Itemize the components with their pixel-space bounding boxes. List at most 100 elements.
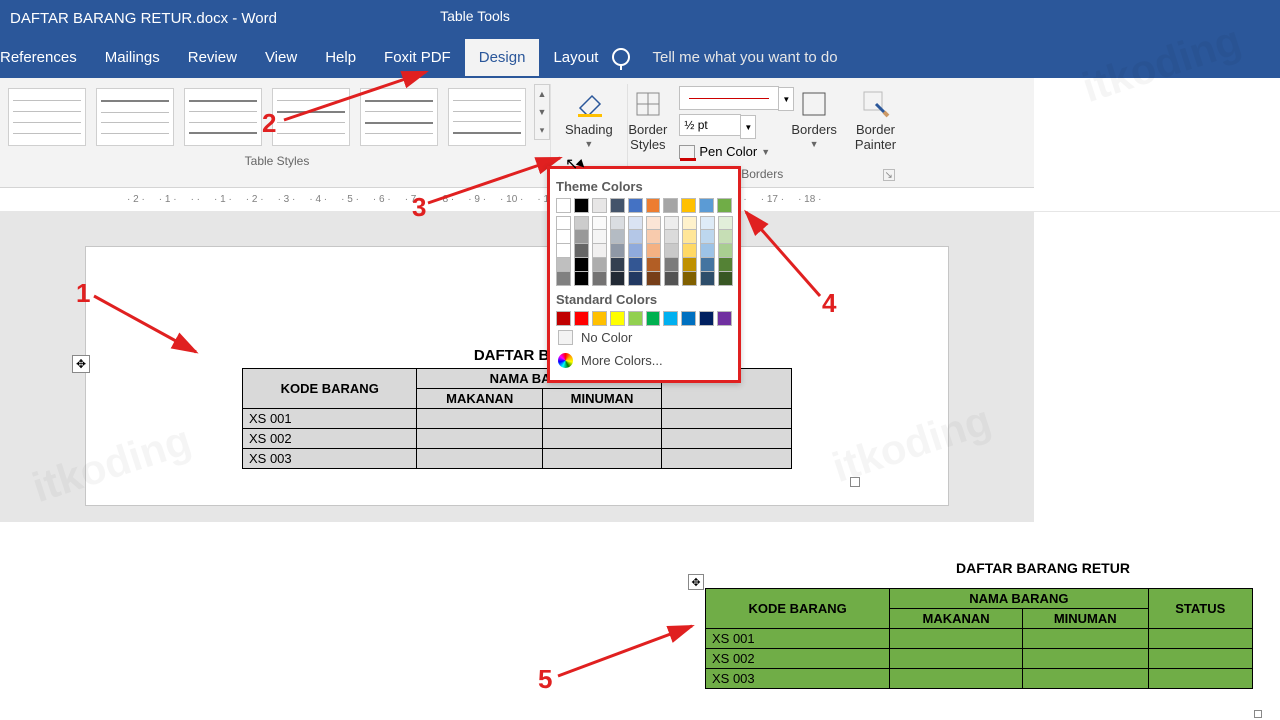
table-cell[interactable] [890,669,1023,689]
color-swatch[interactable] [700,216,715,230]
color-swatch[interactable] [574,258,589,272]
table-header-minuman[interactable]: MINUMAN [543,389,662,409]
more-colors-item[interactable]: More Colors... [556,349,732,372]
table-cell[interactable] [1022,629,1148,649]
color-swatch[interactable] [664,216,679,230]
color-swatch[interactable] [628,258,643,272]
table-style-option[interactable] [184,88,262,146]
chevron-down-icon[interactable]: ▼ [740,115,756,139]
table-style-option[interactable] [96,88,174,146]
border-painter-button[interactable]: Border Painter [849,84,902,156]
color-swatch[interactable] [718,244,733,258]
color-swatch[interactable] [610,258,625,272]
color-swatch[interactable] [682,216,697,230]
table-cell[interactable] [662,429,792,449]
table-style-option[interactable] [360,88,438,146]
color-swatch[interactable] [664,258,679,272]
table-cell[interactable] [417,409,543,429]
color-swatch[interactable] [592,272,607,286]
color-swatch[interactable] [592,230,607,244]
color-swatch[interactable] [700,244,715,258]
table-resize-handle[interactable] [850,477,860,487]
color-swatch[interactable] [664,272,679,286]
color-swatch[interactable] [682,272,697,286]
color-swatch[interactable] [574,216,589,230]
gallery-up-icon[interactable]: ▲ [535,85,549,103]
tab-references[interactable]: References [0,39,91,76]
color-swatch[interactable] [610,272,625,286]
chevron-down-icon[interactable]: ▼ [584,139,593,149]
color-swatch[interactable] [718,272,733,286]
tab-foxit-pdf[interactable]: Foxit PDF [370,39,465,76]
tell-me-search[interactable]: Tell me what you want to do [652,49,837,66]
tab-help[interactable]: Help [311,39,370,76]
color-swatch[interactable] [556,311,571,326]
color-swatch[interactable] [646,244,661,258]
table-move-handle-icon[interactable]: ✥ [688,574,704,590]
color-swatch[interactable] [646,198,661,213]
border-weight-select[interactable]: ½ pt▼ [679,114,741,136]
color-swatch[interactable] [699,311,714,326]
table-cell[interactable]: XS 002 [243,429,417,449]
color-swatch[interactable] [681,198,696,213]
color-swatch[interactable] [592,216,607,230]
table-header-kode[interactable]: KODE BARANG [243,369,417,409]
color-swatch[interactable] [682,244,697,258]
result-table[interactable]: KODE BARANG NAMA BARANG STATUS MAKANAN M… [705,588,1253,689]
pen-color-button[interactable]: Pen Color ▼ [679,144,779,159]
color-swatch[interactable] [556,258,571,272]
color-swatch[interactable] [646,216,661,230]
table-cell[interactable] [662,409,792,429]
color-swatch[interactable] [646,272,661,286]
table-cell[interactable] [1148,649,1252,669]
color-swatch[interactable] [592,244,607,258]
border-styles-button[interactable]: Border Styles [622,84,673,156]
color-swatch[interactable] [718,216,733,230]
gallery-scroll[interactable]: ▲ ▼ ▾ [534,84,550,140]
color-swatch[interactable] [646,258,661,272]
table-header-makanan[interactable]: MAKANAN [417,389,543,409]
table-cell[interactable]: XS 003 [243,449,417,469]
color-swatch[interactable] [556,244,571,258]
color-swatch[interactable] [700,258,715,272]
color-swatch[interactable] [610,216,625,230]
tab-design[interactable]: Design [465,39,540,76]
color-swatch[interactable] [628,272,643,286]
color-swatch[interactable] [556,272,571,286]
color-swatch[interactable] [574,272,589,286]
color-swatch[interactable] [628,230,643,244]
color-swatch[interactable] [646,230,661,244]
color-swatch[interactable] [646,311,661,326]
color-swatch[interactable] [682,230,697,244]
color-swatch[interactable] [628,198,643,213]
main-table[interactable]: KODE BARANG NAMA BARANG MAKANAN MINUMAN … [242,368,792,469]
color-swatch[interactable] [610,311,625,326]
table-cell[interactable]: XS 002 [706,649,890,669]
table-cell[interactable] [543,429,662,449]
gallery-more-icon[interactable]: ▾ [535,121,549,139]
color-swatch[interactable] [663,311,678,326]
color-swatch[interactable] [610,198,625,213]
color-swatch[interactable] [592,198,607,213]
table-cell[interactable] [1022,649,1148,669]
table-header-kode[interactable]: KODE BARANG [706,589,890,629]
color-swatch[interactable] [574,198,589,213]
table-style-option[interactable] [448,88,526,146]
tab-review[interactable]: Review [174,39,251,76]
no-color-item[interactable]: No Color [556,326,732,349]
color-swatch[interactable] [717,198,732,213]
table-cell[interactable] [1022,669,1148,689]
color-swatch[interactable] [663,198,678,213]
table-header-makanan[interactable]: MAKANAN [890,609,1023,629]
table-style-option[interactable] [8,88,86,146]
table-cell[interactable] [543,449,662,469]
table-style-option[interactable] [272,88,350,146]
color-swatch[interactable] [681,311,696,326]
color-swatch[interactable] [699,198,714,213]
table-cell[interactable] [890,649,1023,669]
tab-layout[interactable]: Layout [539,39,612,76]
table-resize-handle[interactable] [1254,710,1262,718]
color-swatch[interactable] [610,230,625,244]
table-cell[interactable] [543,409,662,429]
color-swatch[interactable] [664,230,679,244]
